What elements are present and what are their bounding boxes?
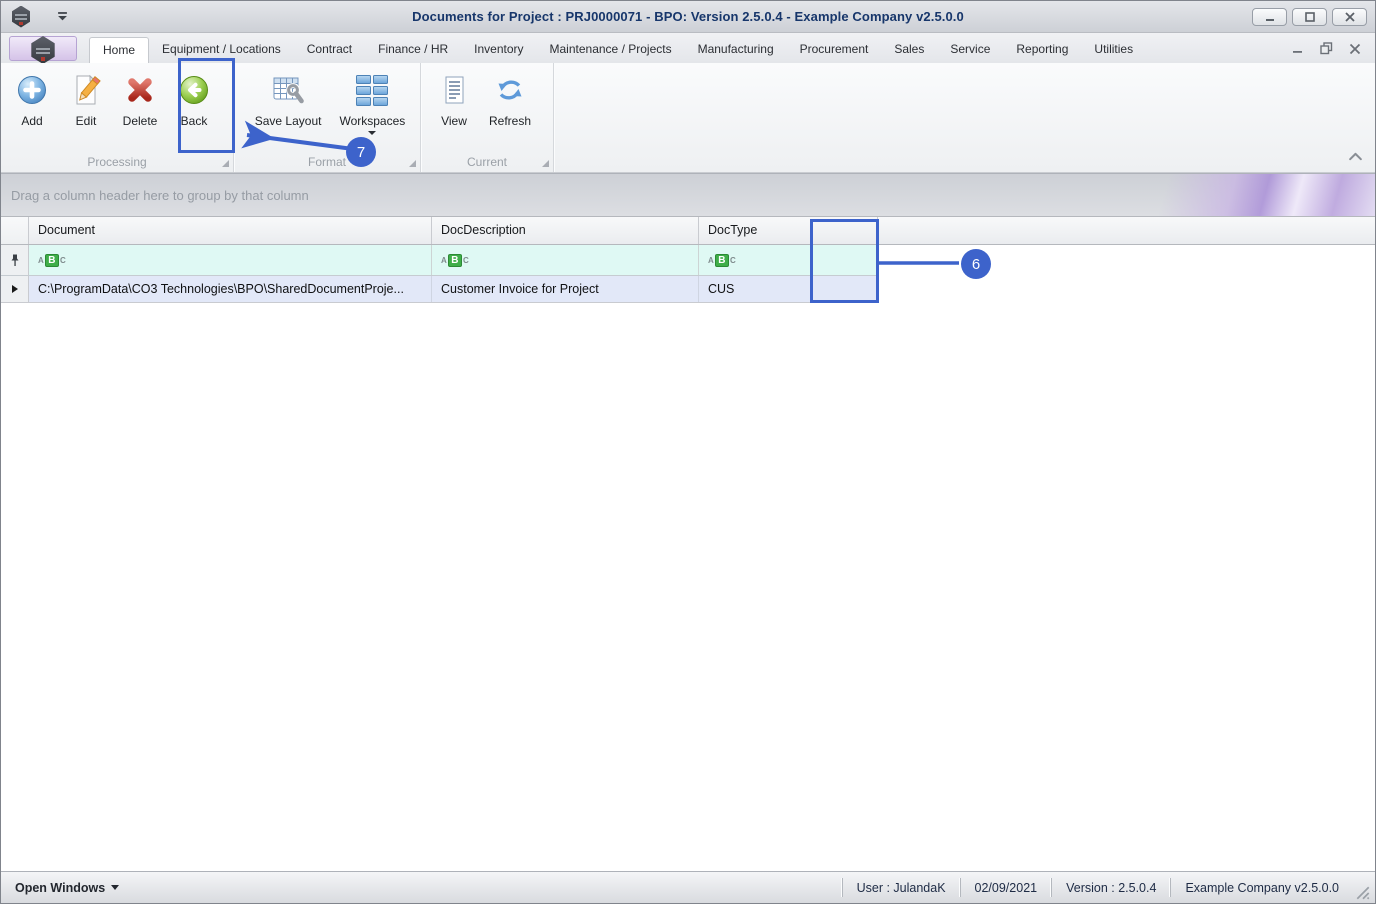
refresh-icon xyxy=(493,73,527,107)
documents-grid: Drag a column header here to group by th… xyxy=(1,173,1375,871)
edit-button-label: Edit xyxy=(75,114,97,128)
open-windows-button[interactable]: Open Windows xyxy=(15,880,120,895)
workspaces-button-label: Workspaces xyxy=(339,114,406,128)
tab-utilities[interactable]: Utilities xyxy=(1081,37,1146,63)
abc-filter-icon: ABC xyxy=(38,253,66,267)
column-header-document[interactable]: Document xyxy=(29,217,432,244)
window-title: Documents for Project : PRJ0000071 - BPO… xyxy=(412,9,964,24)
resize-grip-icon[interactable] xyxy=(1355,885,1371,901)
application-window: Documents for Project : PRJ0000071 - BPO… xyxy=(0,0,1376,904)
group-by-panel[interactable]: Drag a column header here to group by th… xyxy=(1,173,1375,217)
title-bar: Documents for Project : PRJ0000071 - BPO… xyxy=(1,1,1375,33)
tab-procurement[interactable]: Procurement xyxy=(787,37,882,63)
status-bar: Open Windows User : JulandaK 02/09/2021 … xyxy=(1,871,1375,903)
column-header-docdescription[interactable]: DocDescription xyxy=(432,217,699,244)
pushpin-icon xyxy=(11,254,18,266)
ribbon-group-label-current: Current xyxy=(466,155,507,169)
mdi-restore-icon[interactable] xyxy=(1320,42,1333,60)
tab-sales[interactable]: Sales xyxy=(881,37,937,63)
tab-inventory[interactable]: Inventory xyxy=(461,37,536,63)
maximize-button[interactable] xyxy=(1292,8,1327,26)
ribbon-group-format: Save Layout Workspaces Format xyxy=(234,63,421,172)
tab-home[interactable]: Home xyxy=(89,37,150,67)
tab-service[interactable]: Service xyxy=(937,37,1003,63)
delete-icon xyxy=(123,73,157,107)
workspaces-icon xyxy=(355,73,389,107)
auto-filter-row: ABC ABC ABC xyxy=(1,245,878,276)
tab-reporting[interactable]: Reporting xyxy=(1003,37,1081,63)
collapse-ribbon-icon[interactable] xyxy=(1348,148,1363,166)
dialog-launcher-icon[interactable] xyxy=(222,160,229,167)
maximize-icon xyxy=(1304,12,1315,22)
close-button[interactable] xyxy=(1332,8,1367,26)
open-windows-label: Open Windows xyxy=(15,880,106,895)
cell-document[interactable]: C:\ProgramData\CO3 Technologies\BPO\Shar… xyxy=(29,276,432,302)
ribbon-group-label-processing: Processing xyxy=(87,155,147,169)
abc-filter-icon: ABC xyxy=(441,253,469,267)
group-by-hint: Drag a column header here to group by th… xyxy=(11,187,309,203)
annotation-callout-7: 7 xyxy=(346,137,376,167)
grid-header-row: Document DocDescription DocType xyxy=(1,217,1375,245)
ribbon-group-current: View Refresh Current xyxy=(421,63,554,172)
refresh-button[interactable]: Refresh xyxy=(485,69,535,128)
tab-contract[interactable]: Contract xyxy=(294,37,365,63)
tab-manufacturing[interactable]: Manufacturing xyxy=(685,37,787,63)
view-icon xyxy=(437,73,471,107)
status-version: Version : 2.5.0.4 xyxy=(1051,878,1170,897)
table-row[interactable]: C:\ProgramData\CO3 Technologies\BPO\Shar… xyxy=(1,276,878,303)
annotation-box-back xyxy=(178,58,235,153)
cell-docdescription[interactable]: Customer Invoice for Project xyxy=(432,276,699,302)
minimize-icon xyxy=(1265,19,1274,21)
minimize-button[interactable] xyxy=(1252,8,1287,26)
dialog-launcher-icon[interactable] xyxy=(542,160,549,167)
header-corner-cell xyxy=(1,217,29,244)
current-row-arrow-icon xyxy=(11,285,18,293)
status-user: User : JulandaK xyxy=(841,878,960,897)
panel-decoration xyxy=(1145,174,1375,216)
application-menu-button[interactable] xyxy=(9,36,77,64)
abc-filter-icon: ABC xyxy=(708,253,736,267)
app-logo-icon xyxy=(31,36,55,64)
edit-button[interactable]: Edit xyxy=(63,69,109,128)
view-button-label: View xyxy=(441,114,467,128)
filter-cell-document[interactable]: ABC xyxy=(29,245,432,275)
tab-finance-hr[interactable]: Finance / HR xyxy=(365,37,461,63)
dialog-launcher-icon[interactable] xyxy=(409,160,416,167)
ribbon-tabs: Home Equipment / Locations Contract Fina… xyxy=(89,37,1146,67)
mdi-minimize-icon[interactable] xyxy=(1292,42,1304,60)
add-button-label: Add xyxy=(21,114,43,128)
edit-icon xyxy=(69,73,103,107)
annotation-callout-6: 6 xyxy=(961,249,991,279)
save-layout-icon xyxy=(271,73,305,107)
row-indicator xyxy=(1,276,29,302)
close-icon xyxy=(1344,12,1355,22)
workspaces-button[interactable]: Workspaces xyxy=(335,69,409,135)
annotation-box-doctype xyxy=(810,219,879,303)
status-company: Example Company v2.5.0.0 xyxy=(1170,878,1353,897)
delete-button[interactable]: Delete xyxy=(117,69,163,128)
chevron-down-icon xyxy=(111,885,120,890)
filter-cell-docdescription[interactable]: ABC xyxy=(432,245,699,275)
ribbon-group-label-format: Format xyxy=(307,155,346,169)
view-button[interactable]: View xyxy=(431,69,477,128)
tab-maintenance-projects[interactable]: Maintenance / Projects xyxy=(537,37,685,63)
save-layout-button[interactable]: Save Layout xyxy=(251,69,326,128)
status-date: 02/09/2021 xyxy=(959,878,1052,897)
refresh-button-label: Refresh xyxy=(489,114,532,128)
filter-row-indicator xyxy=(1,245,29,275)
mdi-close-icon[interactable] xyxy=(1349,42,1361,60)
chevron-down-icon xyxy=(368,131,377,135)
save-layout-button-label: Save Layout xyxy=(254,114,322,128)
add-icon xyxy=(15,73,49,107)
add-button[interactable]: Add xyxy=(9,69,55,128)
delete-button-label: Delete xyxy=(122,114,158,128)
